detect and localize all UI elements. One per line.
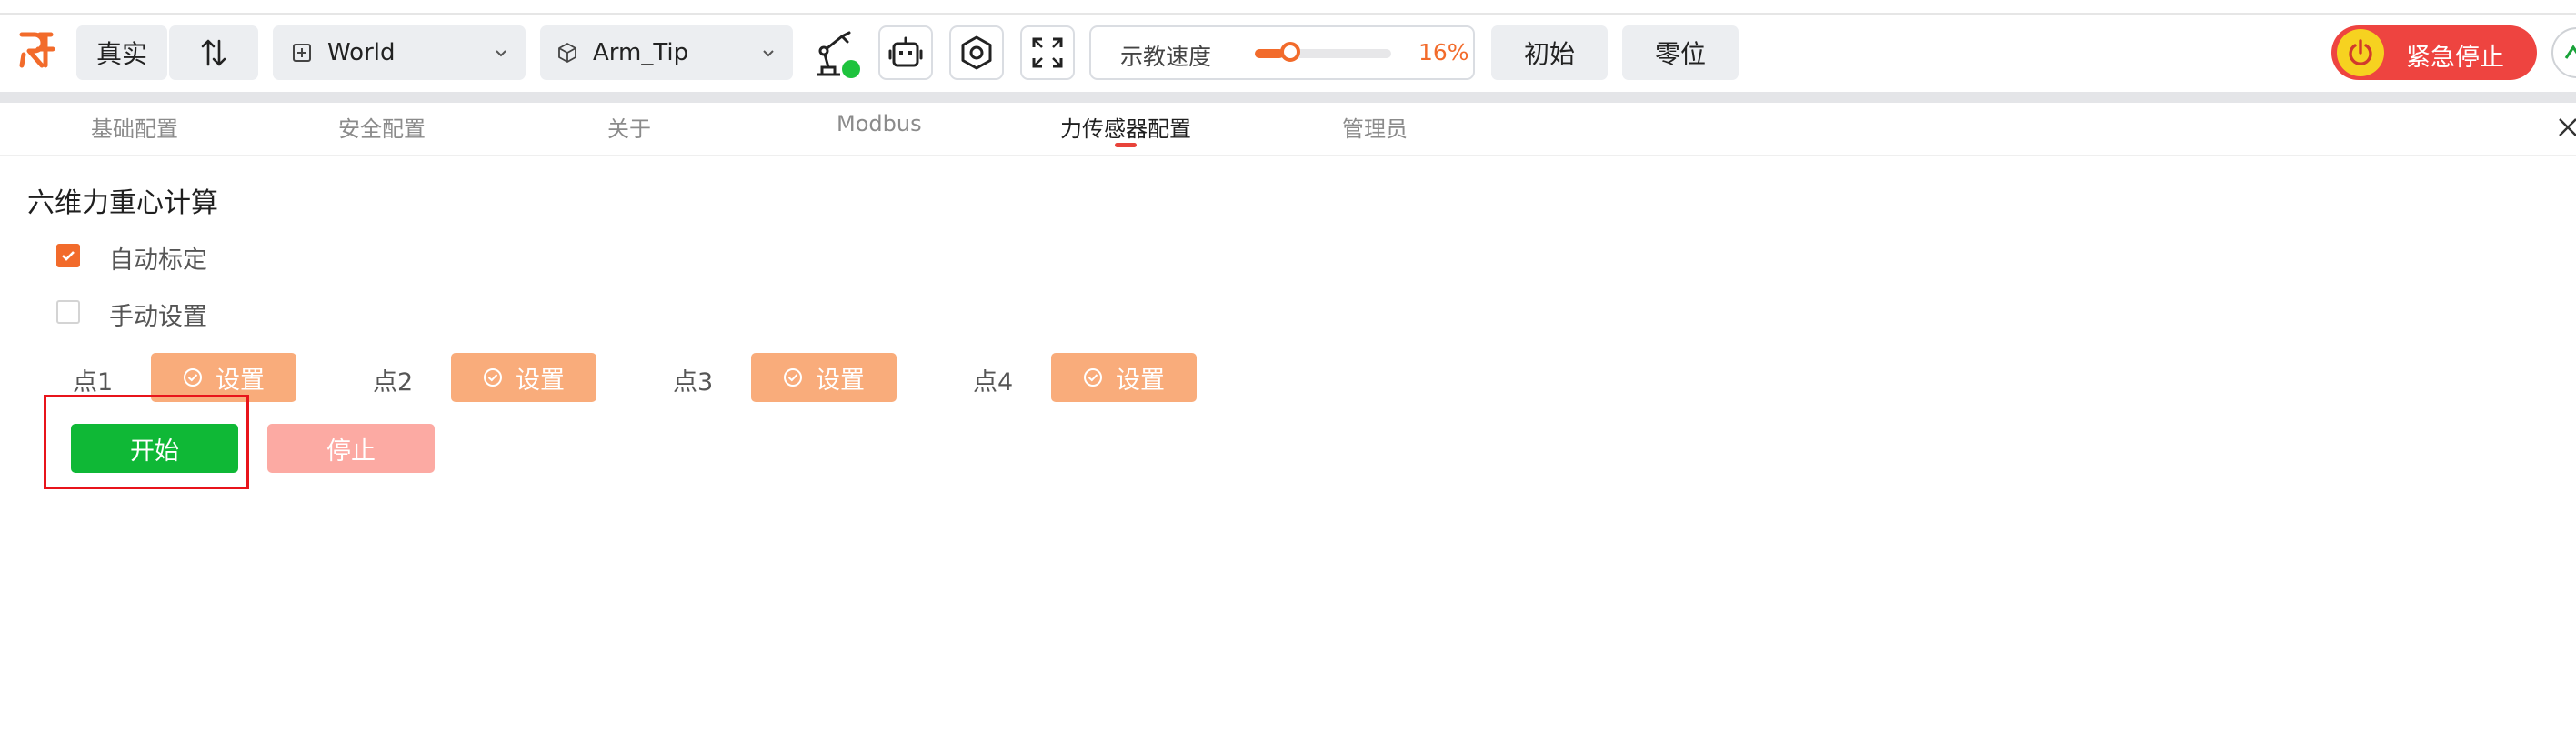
toolbar-bottom-bar	[0, 92, 2576, 103]
real-mode-label: 真实	[95, 39, 147, 69]
check-circle-icon	[1084, 368, 1102, 387]
tab-force-sensor-config[interactable]: 力传感器配置	[1060, 111, 1191, 142]
mode-switch-button[interactable]	[169, 25, 258, 80]
tab-about[interactable]: 关于	[607, 111, 651, 142]
auto-calibrate-option[interactable]: 自动标定	[55, 240, 236, 275]
active-tab-indicator	[1115, 143, 1137, 147]
point-2-label: 点2	[373, 368, 414, 397]
online-status-dot	[842, 60, 860, 78]
point-2-set-label: 设置	[516, 366, 565, 395]
teach-speed-slider[interactable]	[1255, 42, 1391, 62]
init-button-label: 初始	[1523, 39, 1575, 69]
tool-frame-value: Arm_Tip	[593, 39, 689, 66]
stop-button[interactable]: 停止	[267, 424, 435, 473]
teach-speed-label: 示教速度	[1120, 44, 1212, 70]
coordinate-frame-value: World	[327, 39, 396, 66]
chevron-down-icon	[763, 50, 774, 57]
tab-safety-config[interactable]: 安全配置	[338, 111, 426, 142]
slider-handle[interactable]	[1280, 42, 1300, 62]
tool-frame-select[interactable]: Arm_Tip	[540, 25, 793, 80]
emergency-stop-label: 紧急停止	[2406, 44, 2504, 72]
app-logo-icon	[16, 27, 58, 69]
manual-set-label: 手动设置	[109, 303, 207, 331]
start-button[interactable]: 开始	[71, 424, 238, 473]
point-4-set-button[interactable]: 设置	[1051, 353, 1197, 402]
close-icon[interactable]	[2557, 116, 2576, 138]
robot-button[interactable]	[878, 25, 933, 80]
robot-icon	[888, 36, 923, 67]
point-3-set-button[interactable]: 设置	[751, 353, 897, 402]
point-4-set-label: 设置	[1116, 366, 1165, 395]
auto-calibrate-label: 自动标定	[109, 246, 207, 275]
zero-button-label: 零位	[1654, 39, 1706, 69]
power-icon	[2337, 29, 2384, 76]
teach-speed-control: 示教速度 16%	[1089, 25, 1475, 80]
cube-icon	[558, 43, 576, 63]
start-button-label: 开始	[130, 437, 179, 466]
toolbar-top-divider	[0, 13, 2576, 15]
frame-icon	[293, 44, 311, 62]
auto-calibrate-checkbox[interactable]	[56, 244, 80, 267]
emergency-stop-button[interactable]: 紧急停止	[2331, 25, 2537, 80]
hexagon-gear-icon	[961, 35, 992, 70]
point-1-label: 点1	[73, 368, 114, 397]
tab-basic-config[interactable]: 基础配置	[91, 111, 178, 142]
fullscreen-button[interactable]	[1020, 25, 1075, 80]
section-title: 六维力重心计算	[27, 187, 218, 219]
settings-button[interactable]	[949, 25, 1004, 80]
point-4-label: 点4	[973, 368, 1014, 397]
teach-speed-value: 16%	[1418, 39, 1469, 65]
chevron-down-icon	[496, 50, 506, 57]
manual-set-option[interactable]: 手动设置	[55, 297, 236, 331]
tabs-divider	[0, 155, 2576, 156]
status-indicator-icon[interactable]	[2551, 27, 2576, 78]
fullscreen-icon	[1032, 37, 1063, 68]
real-mode-button[interactable]: 真实	[76, 25, 167, 80]
tab-admin[interactable]: 管理员	[1342, 111, 1408, 142]
point-3-set-label: 设置	[816, 366, 865, 395]
zero-position-button[interactable]: 零位	[1622, 25, 1739, 80]
robot-arm-status-button[interactable]	[811, 27, 860, 80]
init-button[interactable]: 初始	[1491, 25, 1608, 80]
point-1-set-label: 设置	[216, 366, 265, 395]
stop-button-label: 停止	[326, 437, 376, 466]
check-circle-icon	[784, 368, 802, 387]
coordinate-frame-select[interactable]: World	[273, 25, 526, 80]
point-3-label: 点3	[673, 368, 714, 397]
checkmark-icon	[62, 251, 75, 261]
point-2-set-button[interactable]: 设置	[451, 353, 596, 402]
check-circle-icon	[184, 368, 202, 387]
check-circle-icon	[484, 368, 502, 387]
tab-modbus[interactable]: Modbus	[837, 111, 922, 138]
manual-set-checkbox[interactable]	[56, 300, 80, 324]
swap-arrows-icon	[201, 39, 226, 66]
